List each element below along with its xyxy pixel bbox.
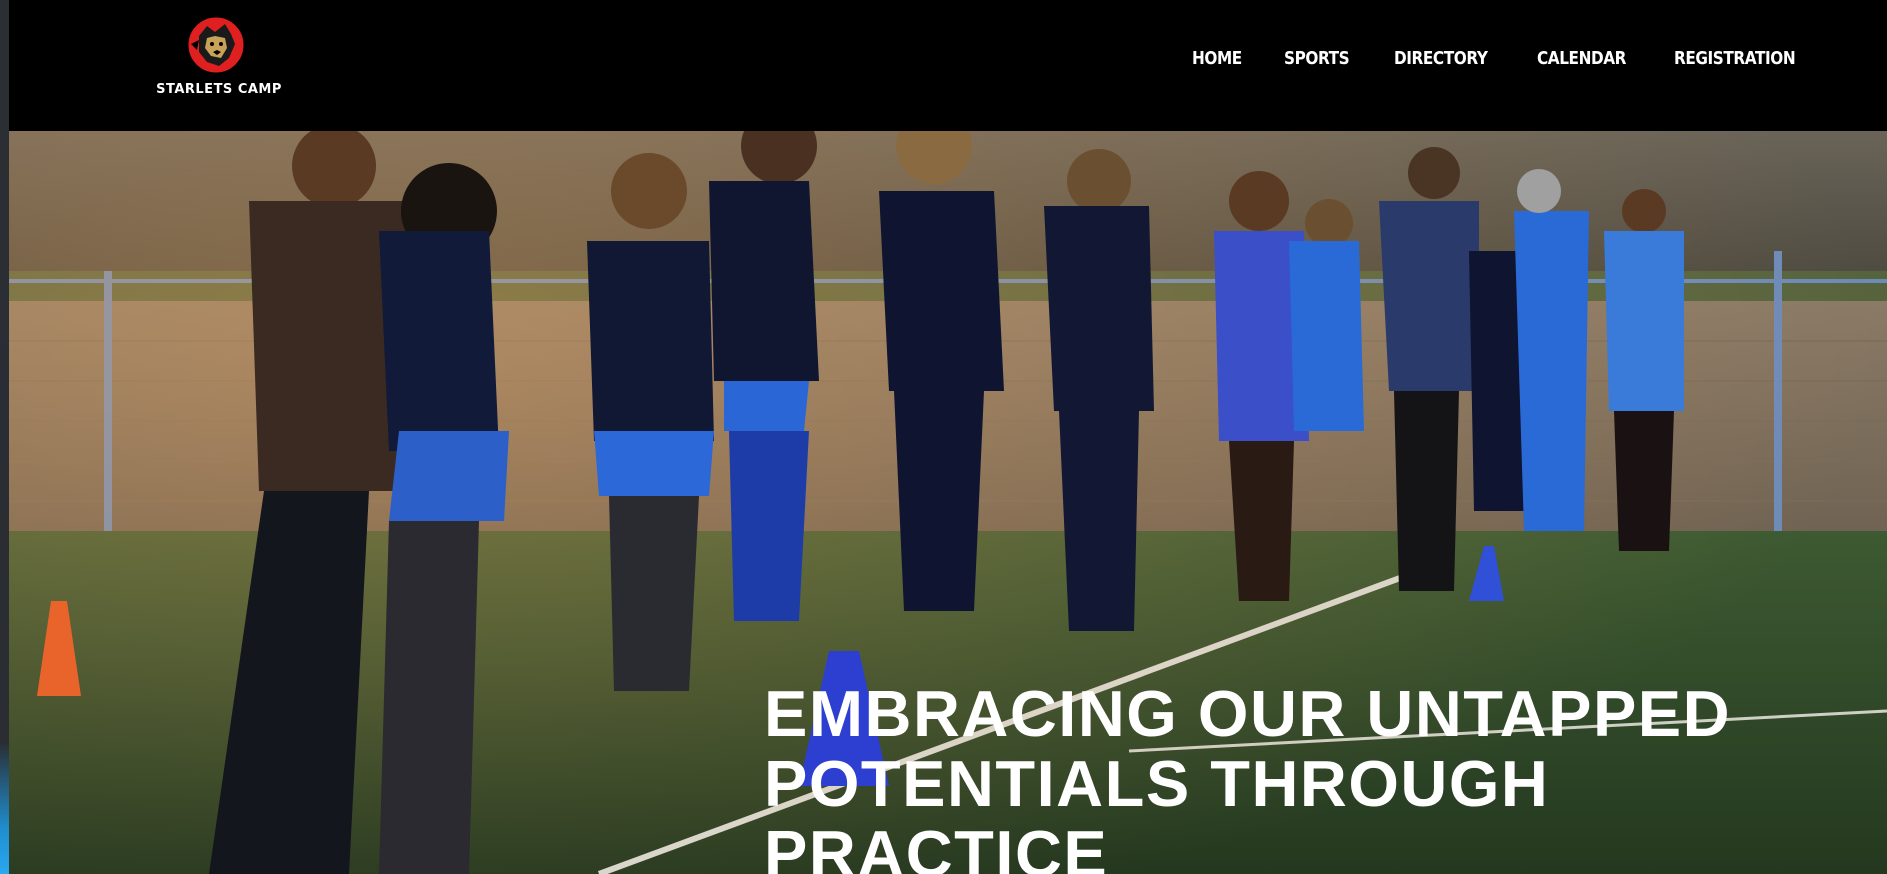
nav-directory[interactable]: DIRECTORY: [1394, 48, 1488, 69]
nav-calendar[interactable]: CALENDAR: [1537, 48, 1626, 69]
hero-banner: EMBRACING OUR UNTAPPED POTENTIALS THROUG…: [9, 131, 1887, 874]
main-nav: HOME SPORTS DIRECTORY CALENDAR REGISTRAT…: [1192, 48, 1817, 69]
nav-registration[interactable]: REGISTRATION: [1674, 48, 1796, 69]
headline-line-1: EMBRACING OUR UNTAPPED: [764, 677, 1732, 750]
site-logo[interactable]: STARLETS CAMP: [149, 14, 289, 104]
left-edge-strip: [0, 0, 9, 874]
lion-head-icon: [185, 14, 247, 76]
nav-home[interactable]: HOME: [1192, 48, 1242, 69]
site-header: STARLETS CAMP HOME SPORTS DIRECTORY CALE…: [9, 0, 1887, 131]
headline-line-2: POTENTIALS THROUGH: [764, 747, 1550, 820]
hero-headline: EMBRACING OUR UNTAPPED POTENTIALS THROUG…: [764, 679, 1884, 874]
logo-text: STARLETS CAMP: [156, 82, 282, 97]
headline-line-3: PRACTICE: [764, 817, 1109, 874]
nav-sports[interactable]: SPORTS: [1284, 48, 1350, 69]
